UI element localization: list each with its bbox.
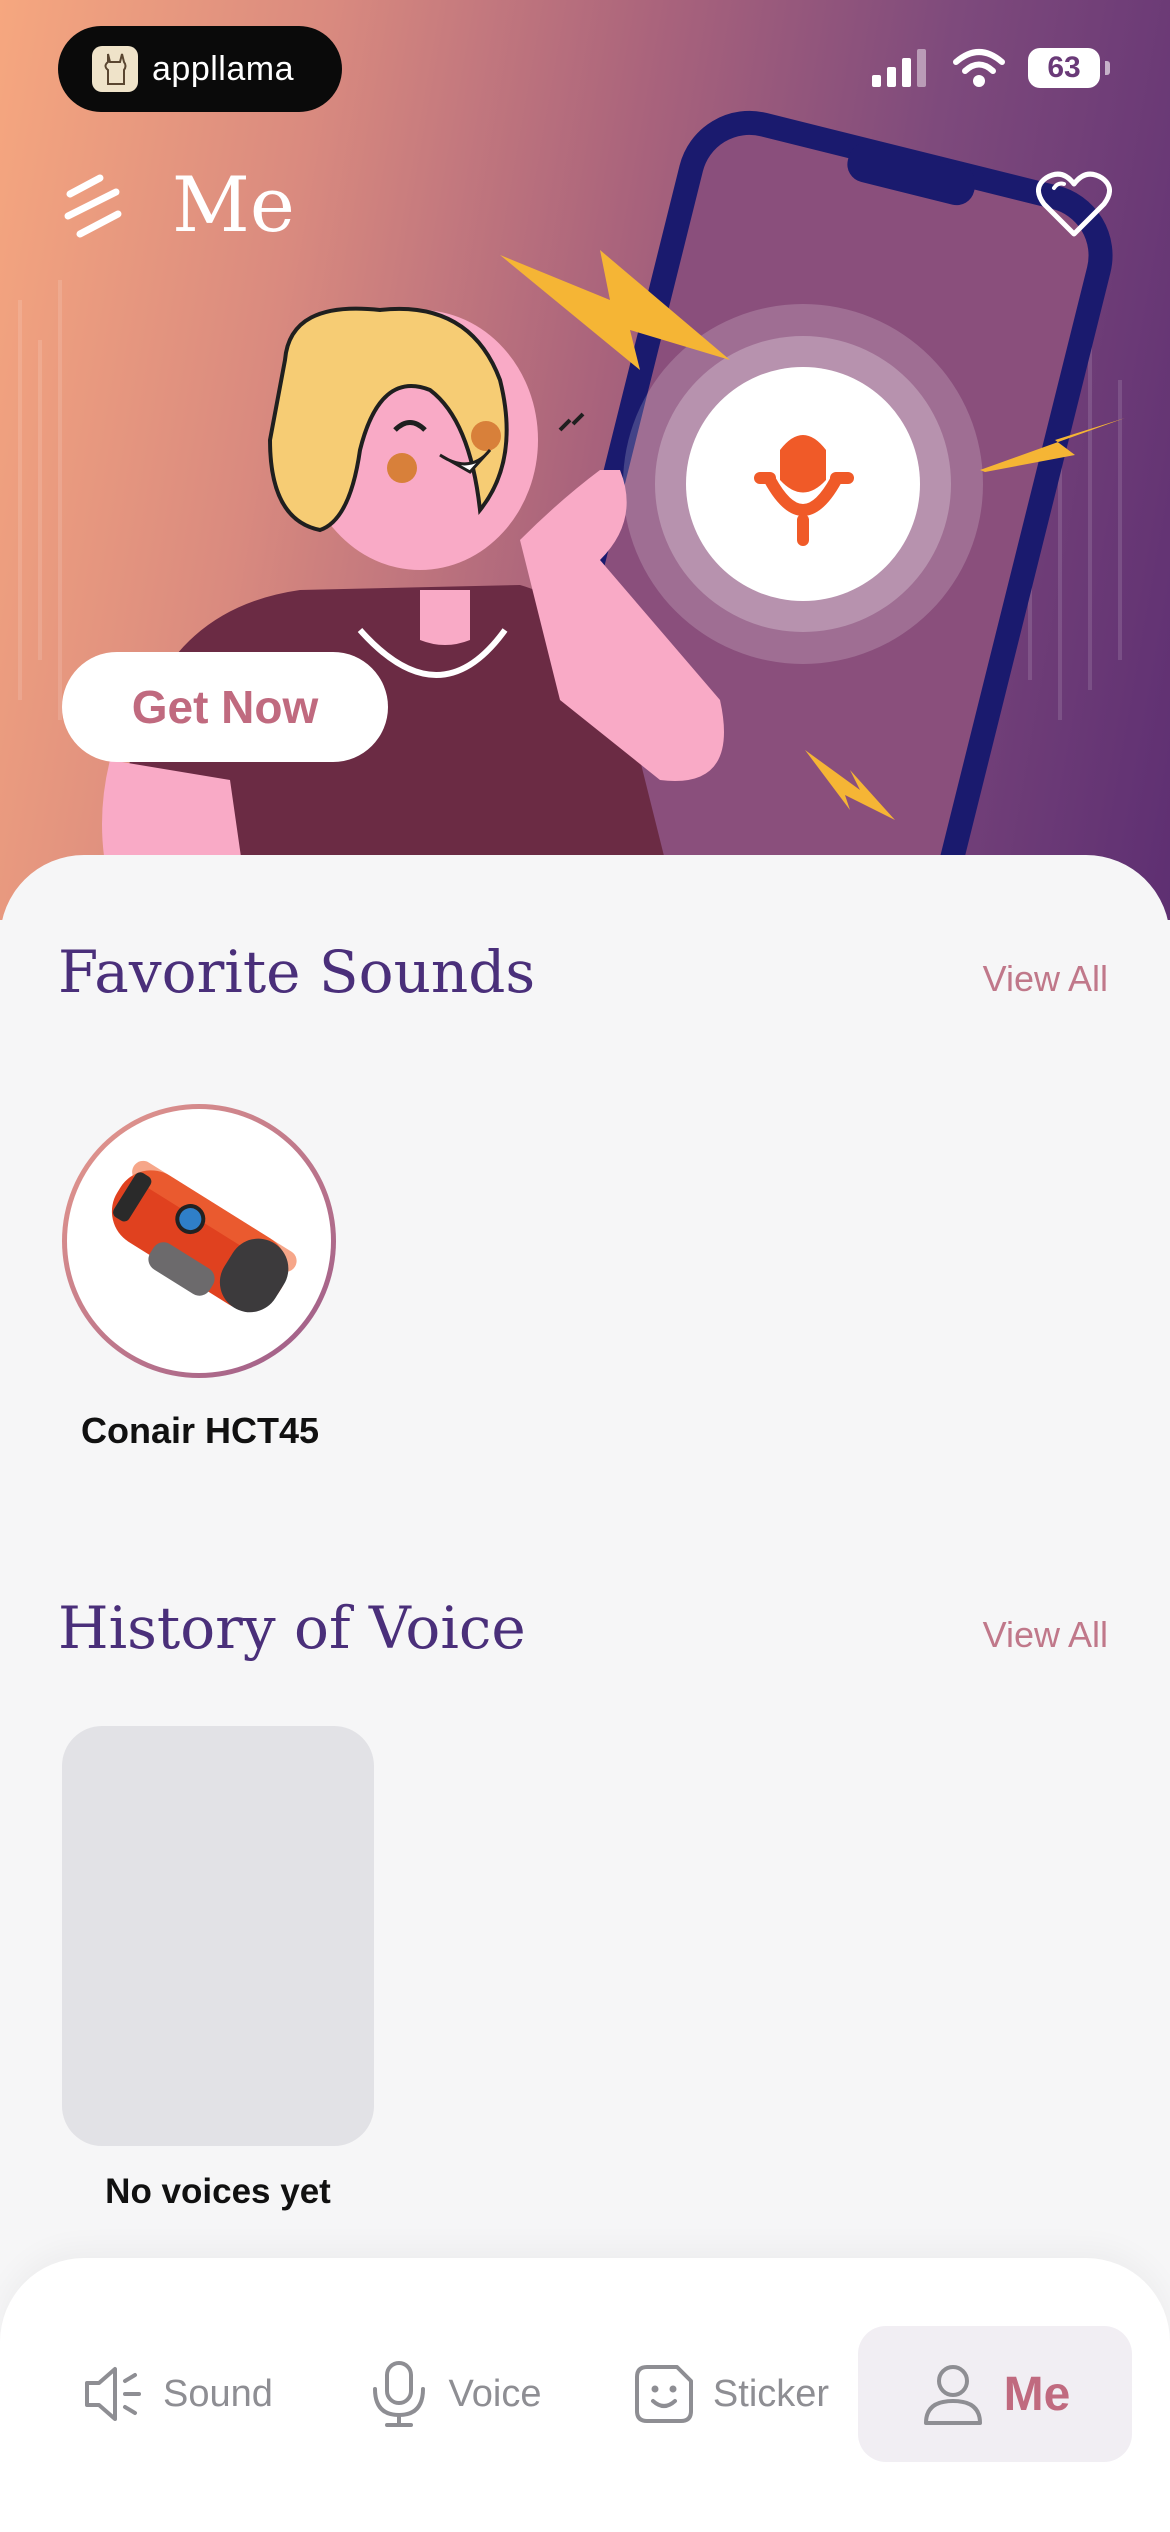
empty-state-label: No voices yet (105, 2172, 331, 2211)
tab-me-label: Me (1003, 2367, 1071, 2421)
tab-voice[interactable]: Voice (344, 2326, 564, 2462)
menu-icon[interactable] (62, 172, 124, 247)
favorite-sound-thumbnail (62, 1104, 336, 1378)
llama-icon (92, 46, 138, 92)
tab-sticker-label: Sticker (712, 2372, 830, 2415)
tab-voice-label: Voice (448, 2372, 542, 2415)
tab-sticker[interactable]: Sticker (616, 2326, 846, 2462)
tab-me[interactable]: Me (858, 2326, 1132, 2462)
favorites-view-all-link[interactable]: View All (983, 958, 1108, 1000)
speaker-icon (85, 2367, 142, 2421)
cellular-signal-icon (872, 49, 926, 87)
microphone-icon (372, 2361, 425, 2427)
person-icon (923, 2365, 982, 2425)
tab-sound[interactable]: Sound (62, 2326, 292, 2462)
hair-dryer-image (111, 1160, 297, 1313)
app-badge-label: appllama (152, 49, 294, 88)
tab-sound-label: Sound (163, 2372, 273, 2415)
get-now-button[interactable]: Get Now (62, 652, 388, 762)
voice-placeholder-card (62, 1726, 374, 2146)
hero-banner: appllama 63 Me Get Now (0, 0, 1170, 920)
app-badge[interactable]: appllama (58, 26, 342, 112)
favorite-sounds-title: Favorite Sounds (58, 938, 536, 1006)
history-view-all-link[interactable]: View All (983, 1614, 1108, 1656)
hero-illustration (18, 110, 1125, 920)
status-icons: 63 (872, 48, 1110, 88)
favorite-sound-label: Conair HCT45 (80, 1410, 320, 1451)
page-title: Me (172, 160, 295, 249)
wifi-icon (953, 49, 1005, 87)
sticker-face-icon (634, 2365, 693, 2423)
heart-icon[interactable] (1036, 170, 1112, 245)
battery-indicator: 63 (1028, 48, 1110, 88)
history-of-voice-title: History of Voice (58, 1594, 526, 1662)
favorite-sound-item[interactable] (62, 1104, 336, 1378)
